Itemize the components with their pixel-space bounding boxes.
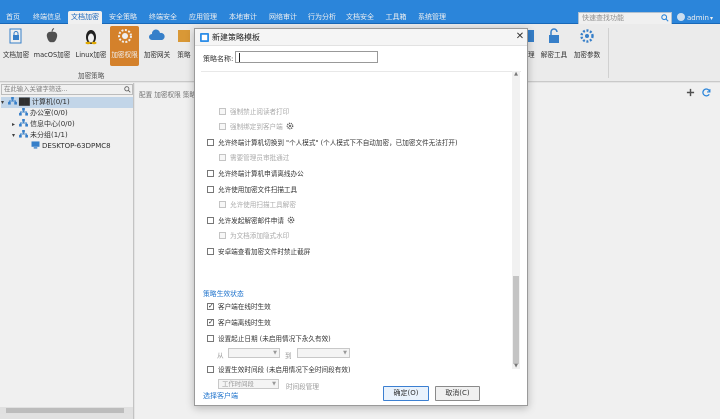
option-label: 客户端离线时生效 — [218, 319, 271, 327]
checkbox[interactable] — [219, 201, 226, 208]
checkbox[interactable] — [207, 186, 214, 193]
text-caret — [239, 53, 240, 62]
option-label: 允许发起解密邮件申请 — [218, 217, 284, 225]
select-value: 工作时间段 — [222, 380, 254, 388]
checkbox[interactable] — [219, 154, 226, 161]
option-label: 安卓端查看加密文件时禁止截屏 — [218, 248, 311, 256]
policy-name-input[interactable] — [235, 51, 378, 63]
section-title-policy-status: 策略生效状态 — [203, 290, 244, 298]
checkbox[interactable] — [207, 317, 214, 327]
gear-icon[interactable] — [286, 122, 294, 130]
time-period-select[interactable]: 工作时间段 ▼ — [218, 379, 279, 389]
option-label: 强制绑定到客户端 — [230, 123, 283, 131]
dialog-title: 新建策略模板 — [212, 33, 260, 42]
checkbox[interactable] — [207, 335, 214, 342]
close-icon[interactable]: ✕ — [514, 31, 526, 43]
date-to-select[interactable]: ▼ — [297, 348, 350, 358]
checkbox[interactable] — [219, 123, 226, 130]
checkbox[interactable] — [207, 248, 214, 255]
checkbox[interactable] — [207, 170, 214, 177]
option-label: 设置生效时间段 (未启用情况下全时间段有效) — [218, 366, 351, 374]
option-label: 客户端在线时生效 — [218, 303, 271, 311]
date-from-select[interactable]: ▼ — [228, 348, 280, 358]
scroll-down-icon[interactable]: ▼ — [513, 363, 519, 369]
new-policy-template-dialog: 新建策略模板 ✕ 策略名称: 强制禁止阅读者打印 强制绑定到客户端 允许终端计算… — [194, 28, 528, 406]
time-period-manage-link[interactable]: 时间段管理 — [286, 381, 319, 391]
option-label: 允许使用扫描工具解密 — [230, 201, 296, 209]
scroll-up-icon[interactable]: ▲ — [513, 71, 519, 77]
chevron-down-icon: ▼ — [272, 381, 276, 387]
option-label: 需要管理员审批通过 — [230, 154, 290, 162]
select-client-link[interactable]: 选择客户端 — [203, 391, 238, 401]
gear-icon[interactable] — [287, 216, 295, 224]
option-label: 允许终端计算机切换到 "个人模式" (个人模式下不自动加密，已加密文件无法打开) — [218, 139, 458, 147]
option-label: 强制禁止阅读者打印 — [230, 108, 290, 116]
checkbox[interactable] — [207, 217, 214, 224]
chevron-down-icon: ▼ — [343, 350, 347, 356]
checkbox[interactable] — [219, 232, 226, 239]
date-from-label: 从 — [217, 352, 224, 360]
chevron-down-icon: ▼ — [273, 350, 277, 356]
ok-button[interactable]: 确定(O) — [383, 386, 429, 401]
option-label: 允许终端计算机申请离线办公 — [218, 170, 304, 178]
cancel-button[interactable]: 取消(C) — [435, 386, 480, 401]
dialog-titlebar: 新建策略模板 ✕ — [195, 29, 527, 46]
checkbox[interactable] — [207, 301, 214, 311]
option-label: 允许使用加密文件扫描工具 — [218, 186, 298, 194]
policy-name-label: 策略名称: — [203, 55, 234, 63]
checkbox[interactable] — [219, 108, 226, 115]
scroll-thumb[interactable] — [513, 276, 519, 364]
date-to-label: 到 — [285, 352, 292, 360]
app-logo-icon — [200, 33, 209, 42]
option-label: 为文档添加隐式水印 — [230, 232, 290, 240]
vertical-scrollbar[interactable]: ▲ ▼ — [512, 71, 520, 369]
checkbox[interactable] — [207, 366, 214, 373]
option-label: 设置起止日期 (未启用情况下永久有效) — [218, 335, 331, 343]
checkbox[interactable] — [207, 139, 214, 146]
